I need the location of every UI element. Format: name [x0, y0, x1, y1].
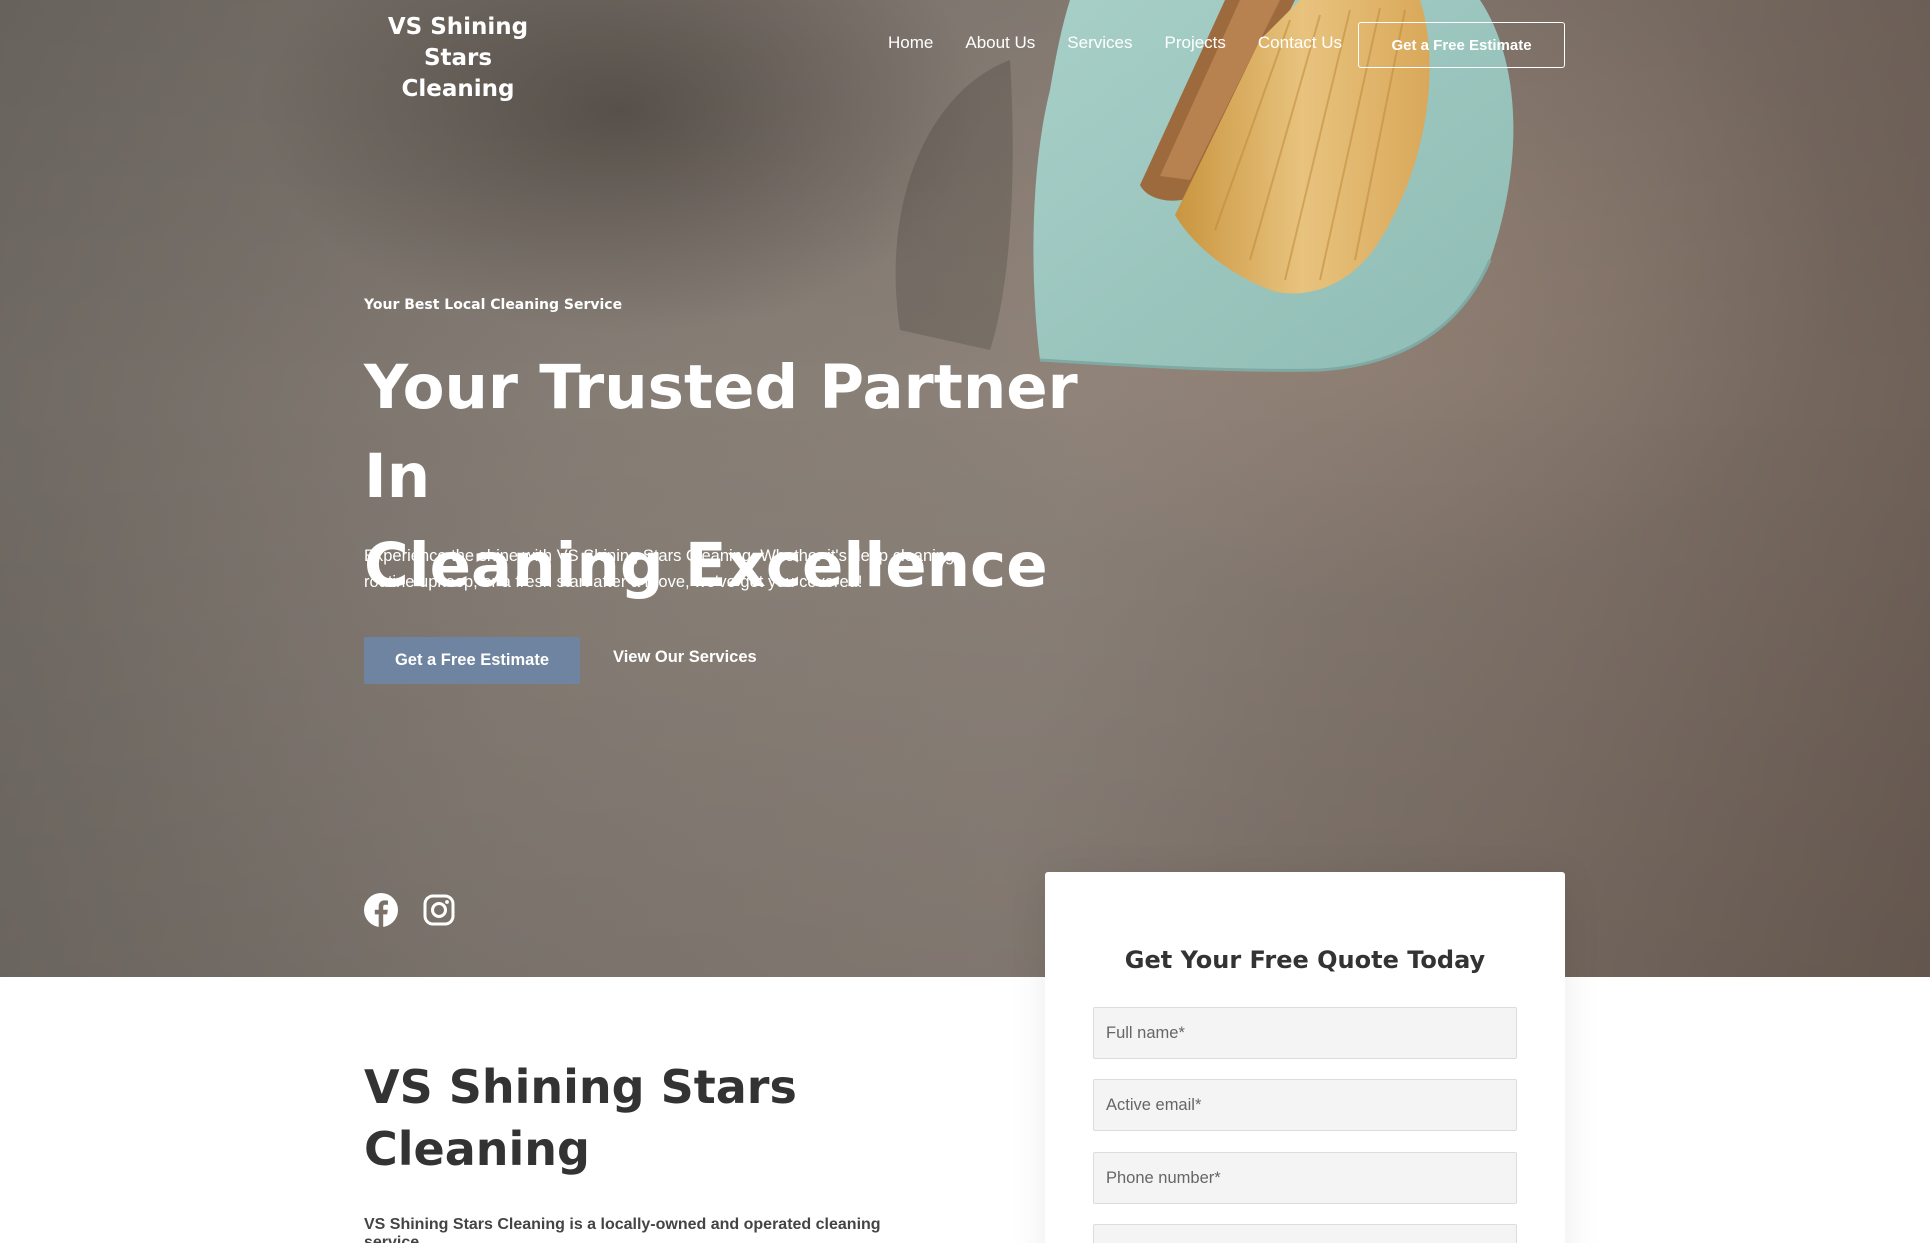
nav-home[interactable]: Home	[888, 33, 933, 53]
facebook-icon[interactable]	[364, 893, 398, 927]
email-field[interactable]	[1093, 1079, 1517, 1131]
logo-line-2: Cleaning	[401, 76, 515, 102]
logo-line-1: VS Shining Stars	[387, 14, 529, 71]
instagram-icon[interactable]	[422, 893, 456, 927]
nav-contact-us[interactable]: Contact Us	[1258, 33, 1342, 53]
social-links	[364, 893, 456, 927]
about-title-line-2: Cleaning	[364, 1122, 590, 1176]
main-nav: Home About Us Services Projects Contact …	[888, 33, 1374, 53]
quote-form-title: Get Your Free Quote Today	[1124, 946, 1486, 974]
header-estimate-button[interactable]: Get a Free Estimate	[1358, 22, 1565, 68]
about-text: VS Shining Stars Cleaning is a locally-o…	[364, 1216, 881, 1243]
hero-section: VS Shining Stars Cleaning Home About Us …	[0, 0, 1930, 977]
about-title-line-1: VS Shining Stars	[364, 1060, 797, 1114]
view-services-link[interactable]: View Our Services	[613, 648, 757, 667]
site-logo[interactable]: VS Shining Stars Cleaning	[358, 12, 558, 105]
next-form-field[interactable]	[1093, 1224, 1517, 1243]
quote-form-card: Get Your Free Quote Today	[1045, 872, 1565, 1243]
about-title: VS Shining Stars Cleaning	[364, 1056, 884, 1180]
hero-lead: Experience the shine with VS Shining Sta…	[364, 547, 959, 591]
phone-field[interactable]	[1093, 1152, 1517, 1204]
nav-about-us[interactable]: About Us	[965, 33, 1035, 53]
hero-eyebrow: Your Best Local Cleaning Service	[364, 297, 623, 313]
hero-estimate-button[interactable]: Get a Free Estimate	[364, 637, 580, 684]
nav-services[interactable]: Services	[1067, 33, 1132, 53]
hero-headline-line-1: Your Trusted Partner In	[364, 352, 1078, 512]
nav-projects[interactable]: Projects	[1164, 33, 1225, 53]
full-name-field[interactable]	[1093, 1007, 1517, 1059]
